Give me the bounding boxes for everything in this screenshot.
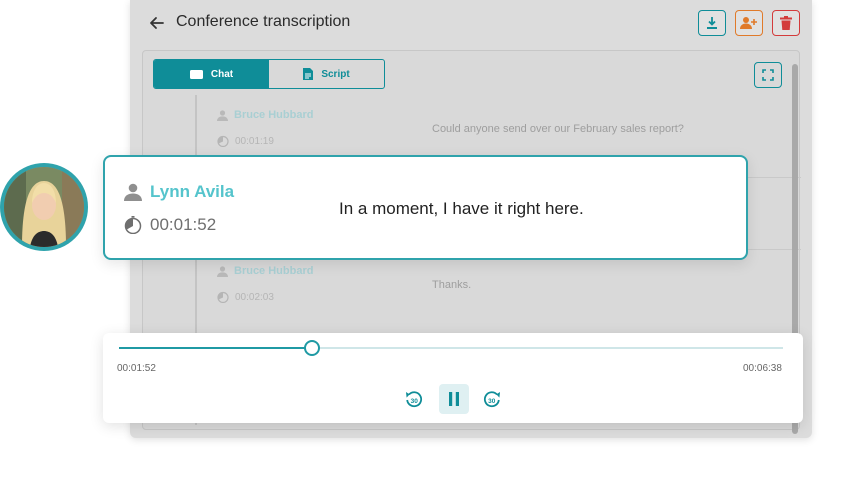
document-icon <box>303 68 314 80</box>
audio-player: 00:01:52 00:06:38 30 30 <box>103 333 803 423</box>
forward-button[interactable]: 30 <box>479 386 505 412</box>
avatar <box>0 163 88 251</box>
timestamp-text: 00:01:52 <box>150 215 217 234</box>
rewind-button[interactable]: 30 <box>401 386 427 412</box>
current-time: 00:01:52 <box>117 363 156 374</box>
person-icon <box>124 183 142 201</box>
tab-chat[interactable]: Chat <box>154 60 269 88</box>
pause-icon <box>449 392 459 406</box>
timer-icon <box>217 291 229 303</box>
fullscreen-button[interactable] <box>754 62 782 88</box>
page-title: Conference transcription <box>176 13 351 30</box>
speaker: Lynn Avila <box>124 182 234 202</box>
view-tabs: Chat Script <box>153 59 385 89</box>
back-button[interactable] <box>146 12 168 34</box>
progress-track[interactable] <box>119 340 783 356</box>
speaker-name: Bruce Hubbard <box>234 109 314 121</box>
fullscreen-icon <box>762 69 774 81</box>
rewind-30-icon: 30 <box>406 391 423 408</box>
forward-30-icon: 30 <box>483 391 500 408</box>
list-item: Bruce Hubbard 00:02:03 Thanks. <box>197 255 801 333</box>
person-icon <box>217 265 228 277</box>
tab-script-label: Script <box>321 68 350 80</box>
timestamp-text: 00:02:03 <box>235 291 274 303</box>
timer-icon <box>217 135 229 147</box>
tab-chat-label: Chat <box>210 68 234 80</box>
pause-button[interactable] <box>439 384 469 414</box>
timestamp: 00:01:52 <box>124 215 216 235</box>
progress-thumb[interactable] <box>303 340 320 356</box>
add-user-icon <box>740 17 757 29</box>
message-text: Could anyone send over our February sale… <box>432 123 684 135</box>
download-button[interactable] <box>698 10 726 36</box>
arrow-left-icon <box>150 17 164 29</box>
message-text: Thanks. <box>432 279 472 291</box>
keyboard-icon <box>189 69 203 79</box>
speaker: Bruce Hubbard <box>217 265 313 277</box>
app-header: Conference transcription <box>130 0 812 48</box>
forward-30-label: 30 <box>488 398 496 405</box>
speaker-name: Bruce Hubbard <box>234 265 314 277</box>
tab-script[interactable]: Script <box>269 60 384 88</box>
timestamp: 00:02:03 <box>217 291 274 303</box>
delete-button[interactable] <box>772 10 800 36</box>
message-text: In a moment, I have it right here. <box>339 199 584 218</box>
avatar-photo <box>4 167 84 247</box>
add-user-button[interactable] <box>735 10 763 36</box>
total-time: 00:06:38 <box>743 363 782 374</box>
timestamp-text: 00:01:19 <box>235 135 274 147</box>
download-icon <box>707 17 717 29</box>
trash-icon <box>780 16 792 30</box>
progress-fill <box>119 347 312 349</box>
timestamp: 00:01:19 <box>217 135 274 147</box>
person-icon <box>217 109 228 121</box>
timer-icon <box>124 216 142 234</box>
speaker: Bruce Hubbard <box>217 109 313 121</box>
speaker-name: Lynn Avila <box>150 182 235 201</box>
rewind-30-label: 30 <box>411 398 419 405</box>
highlighted-message: Lynn Avila 00:01:52 In a moment, I have … <box>103 155 748 260</box>
